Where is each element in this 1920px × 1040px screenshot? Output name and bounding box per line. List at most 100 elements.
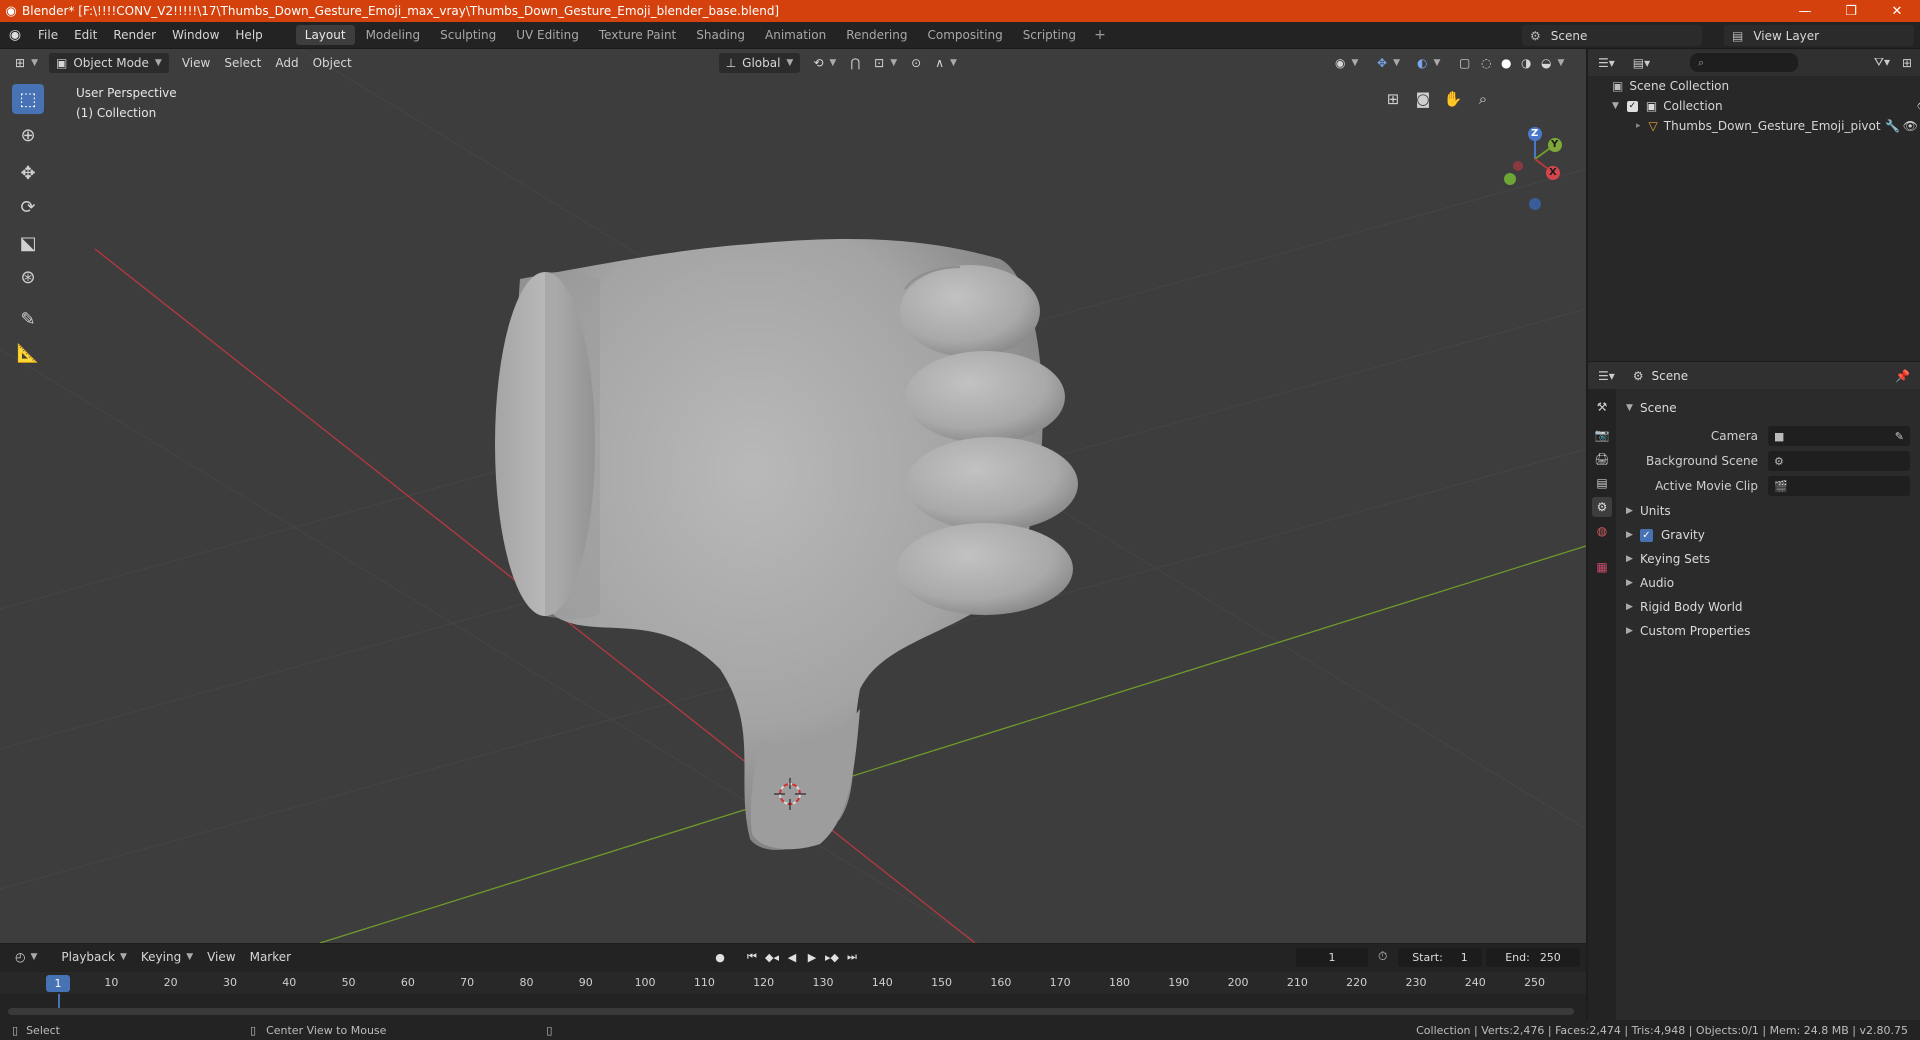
- jump-start-icon[interactable]: ⏮: [742, 947, 762, 967]
- new-collection-icon[interactable]: ⊞: [1902, 56, 1912, 70]
- outliner-row-object[interactable]: ▸ ▽ Thumbs_Down_Gesture_Emoji_pivot 🔧 👁: [1636, 116, 1918, 136]
- snap-target-button[interactable]: ⊡ ▼: [867, 53, 904, 73]
- jump-end-icon[interactable]: ⏭: [842, 947, 862, 967]
- view-layer-selector[interactable]: ▤ View Layer: [1724, 25, 1914, 46]
- playback-menu[interactable]: Playback ▼: [54, 950, 133, 964]
- scene-panel-header[interactable]: ▼ Scene: [1626, 397, 1677, 419]
- pivot-point-button[interactable]: ⟲ ▼: [806, 53, 843, 73]
- view-layer-tab-icon[interactable]: ▤: [1592, 473, 1612, 493]
- falloff-button[interactable]: ∧ ▼: [928, 53, 964, 73]
- zoom-icon[interactable]: ⌕: [1468, 87, 1498, 111]
- minimize-button[interactable]: —: [1782, 0, 1828, 22]
- tab-uv-editing[interactable]: UV Editing: [507, 25, 588, 45]
- add-workspace-button[interactable]: +: [1086, 27, 1114, 43]
- tab-animation[interactable]: Animation: [756, 25, 835, 45]
- timeline-view-menu[interactable]: View: [200, 950, 242, 964]
- outliner-row-collection[interactable]: ▼ ✓ ▣ Collection 👁: [1612, 96, 1920, 116]
- snap-toggle[interactable]: ⋂: [843, 53, 867, 73]
- visibility-button[interactable]: ◉ ▼: [1328, 53, 1365, 73]
- close-button[interactable]: ✕: [1874, 0, 1920, 22]
- units-section[interactable]: ▶ Units: [1626, 500, 1671, 522]
- pan-hand-icon[interactable]: ✋: [1438, 87, 1468, 111]
- rigid-body-world-section[interactable]: ▶ Rigid Body World: [1626, 596, 1743, 618]
- select-box-tool[interactable]: ⬚: [12, 84, 44, 114]
- record-icon[interactable]: ●: [710, 947, 730, 967]
- timeline-scrollbar[interactable]: [8, 1008, 1574, 1015]
- tab-scripting[interactable]: Scripting: [1014, 25, 1085, 45]
- start-frame-field[interactable]: Start: 1: [1398, 948, 1482, 967]
- audio-section[interactable]: ▶ Audio: [1626, 572, 1674, 594]
- rotate-tool[interactable]: ⟳: [12, 192, 44, 222]
- frame-ruler[interactable]: 1 10 20 30 40 50 60 70 80 90 100 110 120 130 140 150 160…: [0, 972, 1586, 994]
- background-scene-field[interactable]: ⚙: [1768, 451, 1910, 471]
- output-tab-icon[interactable]: 🖨: [1592, 449, 1612, 469]
- overlay-toggle[interactable]: ◐ ▼: [1410, 53, 1447, 73]
- keying-sets-section[interactable]: ▶ Keying Sets: [1626, 548, 1710, 570]
- object-mode-dropdown[interactable]: ▣ Object Mode ▼: [48, 53, 169, 73]
- transform-orientation-dropdown[interactable]: ⊥ Global ▼: [718, 53, 801, 73]
- measure-tool[interactable]: 📐: [12, 338, 44, 368]
- stopwatch-icon[interactable]: ⏱: [1378, 949, 1387, 964]
- grid-view-icon[interactable]: ⊞: [1378, 87, 1408, 111]
- gizmo-toggle[interactable]: ✥ ▼: [1370, 53, 1407, 73]
- render-tab-icon[interactable]: 📷: [1592, 425, 1612, 445]
- scale-tool[interactable]: ⬕: [12, 228, 44, 258]
- eyedropper-icon[interactable]: ✎: [1895, 430, 1904, 443]
- keying-menu[interactable]: Keying ▼: [134, 950, 200, 964]
- menu-edit[interactable]: Edit: [66, 28, 105, 42]
- end-frame-field[interactable]: End: 250: [1486, 948, 1580, 967]
- menu-render[interactable]: Render: [105, 28, 164, 42]
- expand-arrow-icon[interactable]: ▸: [1636, 121, 1641, 131]
- menu-help[interactable]: Help: [227, 28, 270, 42]
- 3d-viewport[interactable]: Z Y X ⊞ ▼ ▣ Object Mode ▼ View Select Add…: [0, 49, 1586, 943]
- timeline-editor-type[interactable]: ◴ ▼: [8, 950, 44, 964]
- menu-file[interactable]: File: [30, 28, 66, 42]
- move-tool[interactable]: ✥: [12, 158, 44, 188]
- marker-menu[interactable]: Marker: [243, 950, 298, 964]
- thumbs-down-model[interactable]: [495, 239, 1078, 851]
- eye-icon[interactable]: 👁: [1903, 119, 1918, 133]
- play-icon[interactable]: ▶: [802, 947, 822, 967]
- tab-modeling[interactable]: Modeling: [357, 25, 430, 45]
- texture-tab-icon[interactable]: ▦: [1592, 557, 1612, 577]
- scene-selector[interactable]: ⚙ Scene: [1522, 25, 1702, 46]
- pin-icon[interactable]: 📌: [1895, 369, 1910, 383]
- tab-sculpting[interactable]: Sculpting: [431, 25, 505, 45]
- camera-view-icon[interactable]: ◙: [1408, 87, 1438, 111]
- active-movie-clip-field[interactable]: 🎬: [1768, 476, 1910, 496]
- properties-editor-icon[interactable]: ☰▾: [1598, 369, 1615, 383]
- camera-field[interactable]: ■ ✎: [1768, 426, 1910, 446]
- menu-select[interactable]: Select: [217, 53, 268, 73]
- blender-menu-icon[interactable]: ◉: [0, 27, 30, 43]
- outliner-row-scene-collection[interactable]: ▣ Scene Collection: [1612, 76, 1729, 96]
- expand-arrow-icon[interactable]: ▼: [1612, 101, 1619, 111]
- cursor-tool[interactable]: ⊕: [12, 120, 44, 150]
- outliner-editor-icon[interactable]: ☰▾: [1598, 56, 1615, 70]
- editor-type-button[interactable]: ⊞ ▼: [8, 53, 45, 73]
- tab-texture-paint[interactable]: Texture Paint: [590, 25, 685, 45]
- restore-button[interactable]: ❐: [1828, 0, 1874, 22]
- prev-keyframe-icon[interactable]: ◆◂: [762, 947, 782, 967]
- annotate-tool[interactable]: ✎: [12, 304, 44, 334]
- menu-add[interactable]: Add: [268, 53, 305, 73]
- outliner-search-input[interactable]: ⌕: [1690, 53, 1798, 72]
- play-reverse-icon[interactable]: ◀: [782, 947, 802, 967]
- world-tab-icon[interactable]: ◍: [1592, 521, 1612, 541]
- modifier-wrench-icon[interactable]: 🔧: [1885, 119, 1900, 133]
- transform-tool[interactable]: ⊛: [12, 262, 44, 292]
- menu-object[interactable]: Object: [306, 53, 359, 73]
- gravity-section[interactable]: ▶ ✓ Gravity: [1626, 524, 1705, 546]
- tab-rendering[interactable]: Rendering: [837, 25, 916, 45]
- current-frame-field[interactable]: 1: [1296, 948, 1368, 967]
- filter-icon[interactable]: ⛛▾: [1874, 55, 1890, 70]
- tab-layout[interactable]: Layout: [295, 25, 355, 45]
- shading-rendered[interactable]: ◒ ▼: [1534, 53, 1571, 73]
- tool-tab-icon[interactable]: ⚒: [1592, 397, 1612, 417]
- display-mode-icon[interactable]: ▤▾: [1633, 56, 1650, 70]
- menu-view[interactable]: View: [175, 53, 217, 73]
- next-keyframe-icon[interactable]: ▸◆: [822, 947, 842, 967]
- tab-shading[interactable]: Shading: [687, 25, 754, 45]
- collection-checkbox[interactable]: ✓: [1626, 100, 1638, 112]
- menu-window[interactable]: Window: [164, 28, 227, 42]
- tab-compositing[interactable]: Compositing: [918, 25, 1011, 45]
